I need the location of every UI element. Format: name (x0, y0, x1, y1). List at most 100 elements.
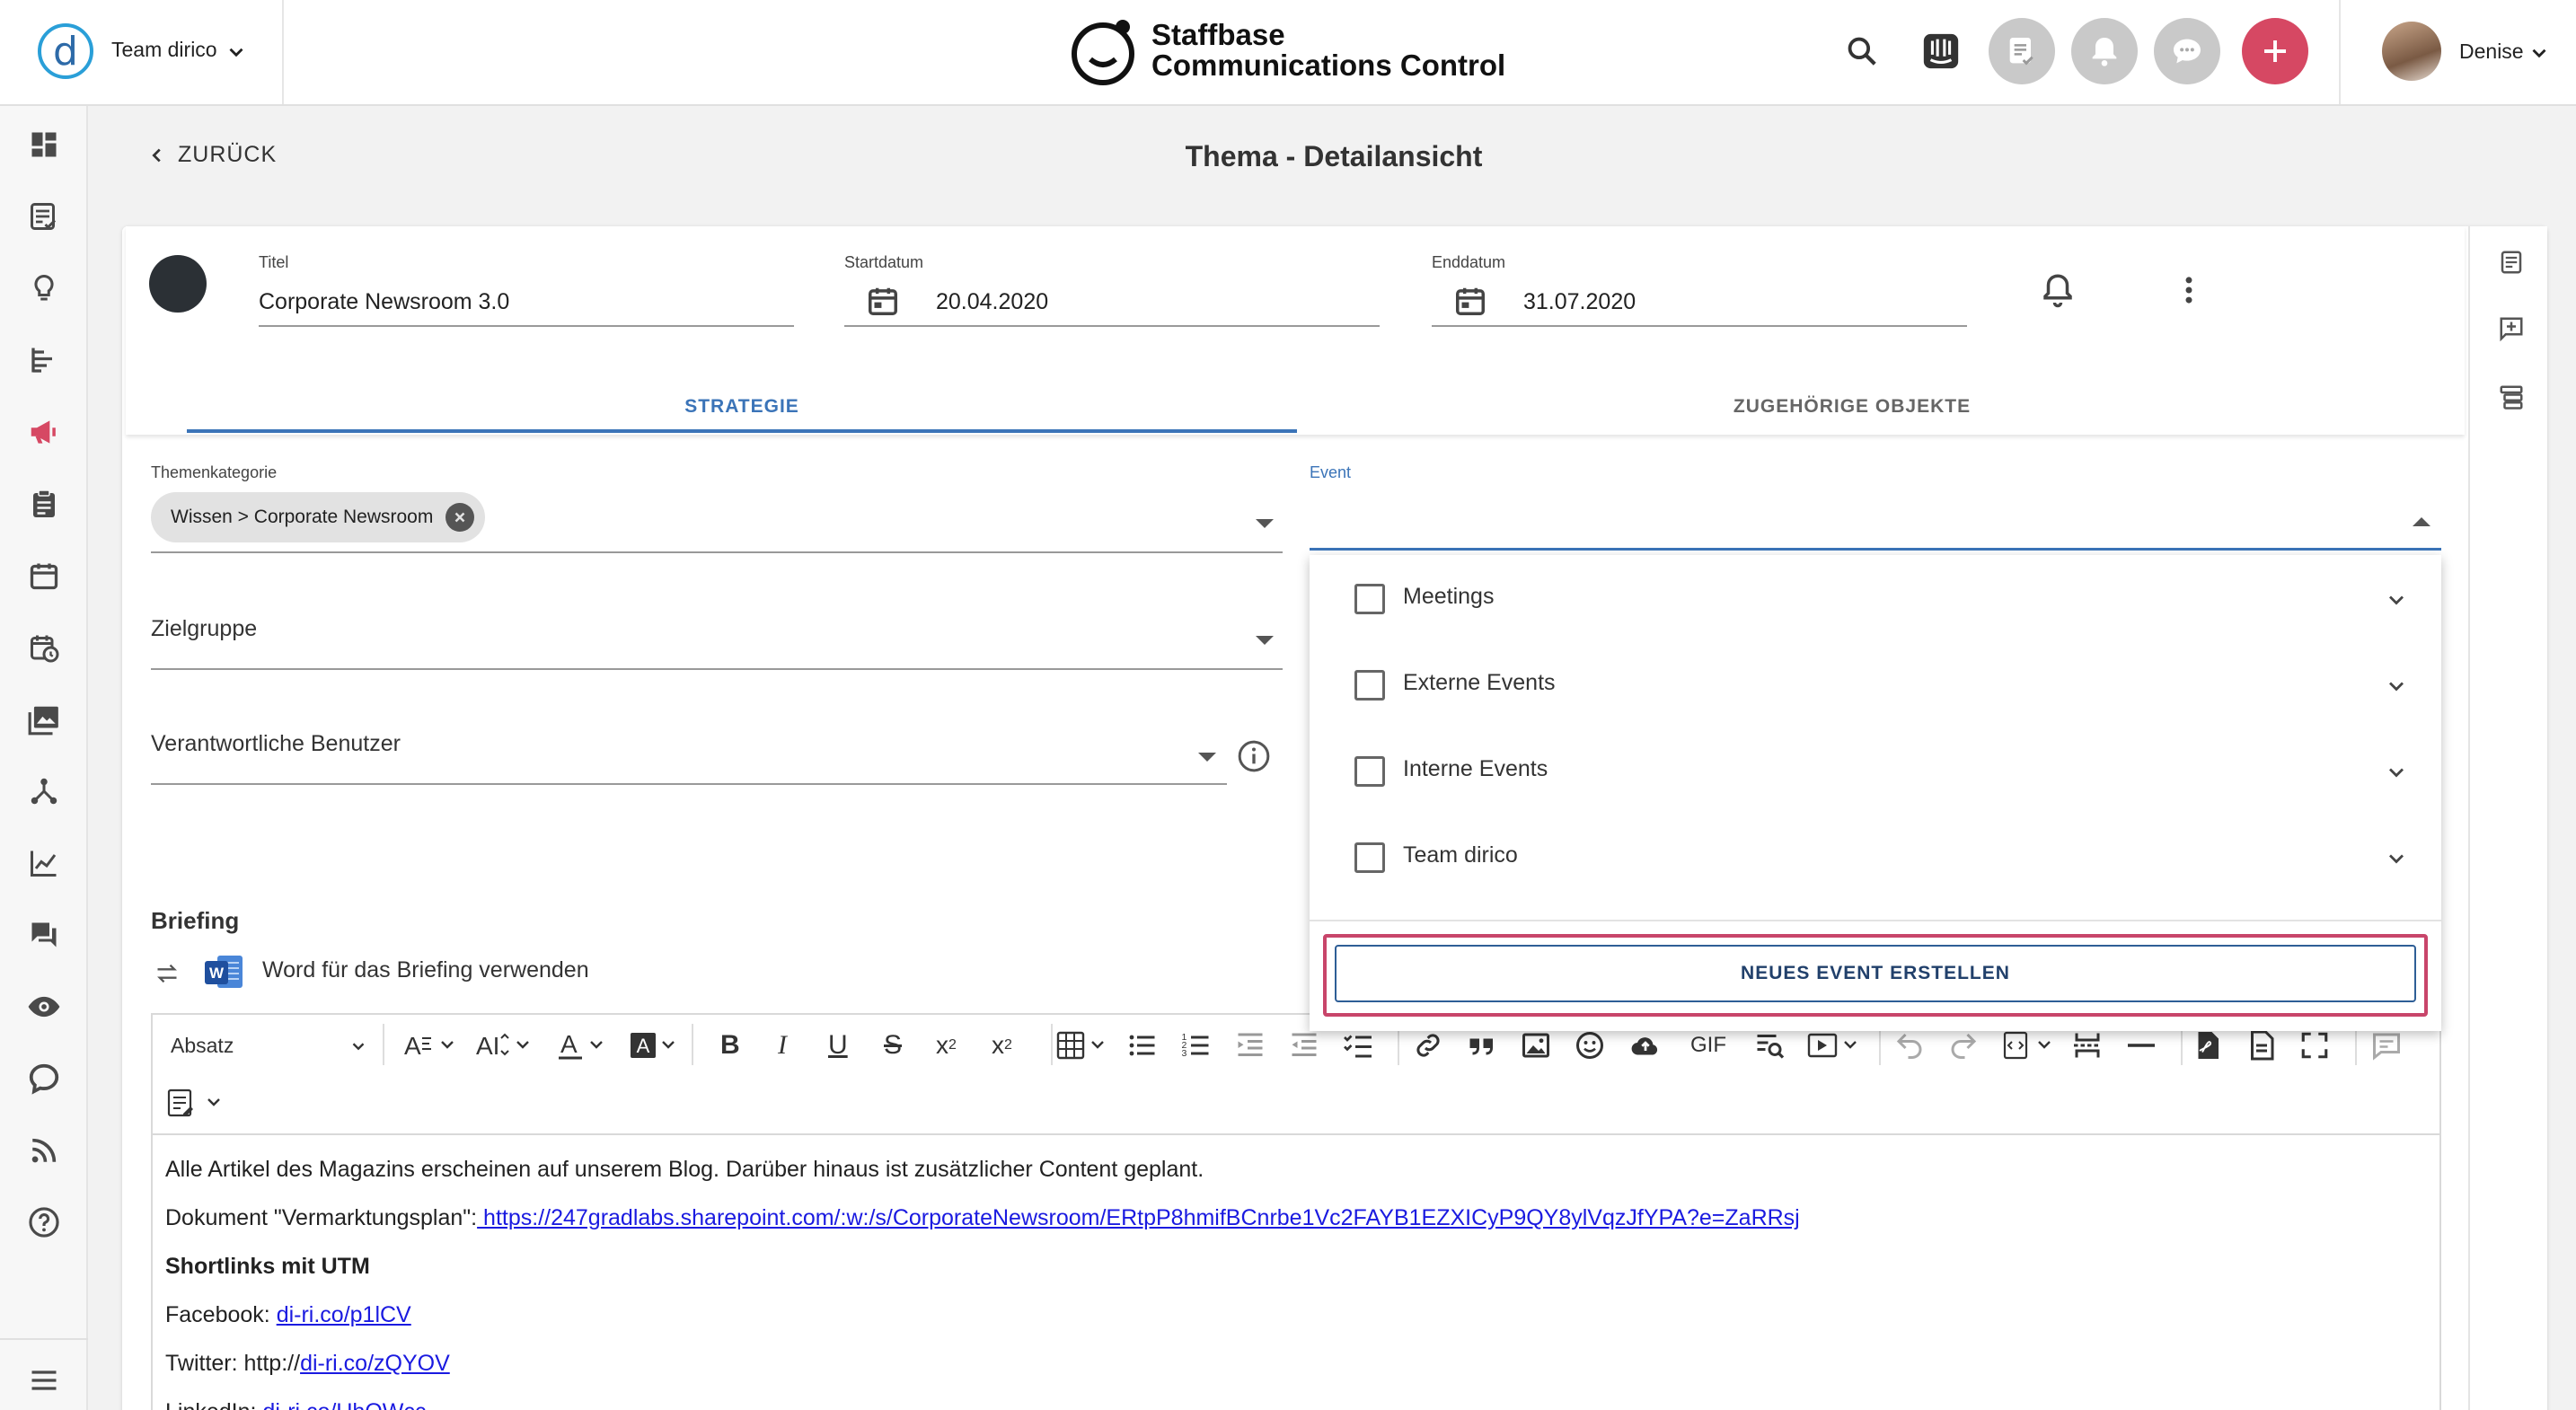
track-changes-button[interactable] (165, 1087, 230, 1119)
network-icon[interactable] (23, 771, 65, 812)
strikethrough-icon[interactable]: S (884, 1027, 902, 1063)
info-icon[interactable] (1236, 738, 1272, 774)
paragraph-format-select[interactable]: Absatz (171, 1027, 368, 1063)
category-dropdown-arrow[interactable] (1256, 519, 1274, 528)
chat-icon[interactable] (23, 914, 65, 956)
upload-icon[interactable] (1628, 1027, 1663, 1063)
eye-icon[interactable] (23, 986, 65, 1027)
chevron-down-icon[interactable] (2384, 760, 2409, 785)
subscript-icon[interactable]: x2 (936, 1027, 957, 1063)
option-checkbox[interactable] (1354, 842, 1385, 873)
remove-chip-icon[interactable] (446, 503, 475, 532)
font-family-icon[interactable]: A (402, 1027, 460, 1063)
bold-icon[interactable]: B (720, 1027, 740, 1063)
responsible-dropdown-arrow[interactable] (1198, 753, 1216, 762)
code-view-icon[interactable] (2001, 1027, 2060, 1063)
image-icon[interactable] (1520, 1027, 1552, 1063)
create-event-button[interactable]: NEUES EVENT ERSTELLEN (1335, 945, 2416, 1002)
bullet-list-icon[interactable] (1126, 1027, 1159, 1063)
category-chip[interactable]: Wissen > Corporate Newsroom (151, 492, 486, 542)
campaign-icon[interactable] (23, 411, 65, 453)
italic-icon[interactable]: I (778, 1027, 787, 1063)
option-checkbox[interactable] (1354, 756, 1385, 787)
numbered-list-icon[interactable]: 123 (1180, 1027, 1213, 1063)
redo-icon[interactable] (1947, 1027, 1980, 1063)
tasks-icon[interactable] (1989, 18, 2055, 84)
background-color-icon[interactable]: A (629, 1027, 683, 1063)
word-toggle[interactable]: W Word für das Briefing verwenden (151, 952, 780, 991)
twitter-link[interactable]: di-ri.co/zQYOV (300, 1351, 450, 1376)
font-color-icon[interactable]: A (557, 1027, 611, 1063)
briefing-editor[interactable]: Alle Artikel des Magazins erscheinen auf… (151, 1135, 2441, 1410)
search-replace-icon[interactable] (1753, 1027, 1786, 1063)
chevron-down-icon[interactable] (2384, 846, 2409, 871)
calendar-icon[interactable] (23, 555, 65, 596)
page-break-icon[interactable] (2071, 1027, 2104, 1063)
tab-strategy[interactable]: STRATEGIE (187, 381, 1297, 433)
responsible-users-field[interactable]: Verantwortliche Benutzer (151, 731, 401, 757)
cloud-icon[interactable] (23, 1058, 65, 1099)
undo-icon[interactable] (1893, 1027, 1926, 1063)
schedule-icon[interactable] (23, 627, 65, 668)
document-icon[interactable] (2245, 1027, 2278, 1063)
more-vert-icon[interactable] (2172, 273, 2206, 307)
intercom-icon[interactable] (1908, 18, 1974, 84)
audience-dropdown-arrow[interactable] (1256, 636, 1274, 645)
tasks-icon[interactable] (23, 196, 65, 237)
document-link[interactable]: https://247gradlabs.sharepoint.com/:w:/s… (477, 1205, 1800, 1230)
underline-icon[interactable]: U (828, 1027, 848, 1063)
audience-field[interactable]: Zielgruppe (151, 616, 257, 642)
option-checkbox[interactable] (1354, 584, 1385, 614)
end-date-field[interactable]: 31.07.2020 (1523, 289, 1636, 315)
superscript-icon[interactable]: x2 (992, 1027, 1012, 1063)
add-comment-icon[interactable] (2493, 311, 2529, 347)
option-checkbox[interactable] (1354, 670, 1385, 701)
event-dropdown-arrow[interactable] (2413, 517, 2430, 526)
calendar-icon[interactable] (866, 284, 900, 318)
comment-icon[interactable] (2369, 1027, 2404, 1063)
dashboard-icon[interactable] (23, 124, 65, 165)
help-icon[interactable] (23, 1202, 65, 1243)
topic-color-dot[interactable] (149, 255, 207, 313)
pdf-export-icon[interactable] (2192, 1027, 2224, 1063)
notes-icon[interactable] (2493, 244, 2529, 280)
bell-icon[interactable] (2071, 18, 2138, 84)
linkedin-link[interactable]: di-ri.co/UhOWcc (262, 1399, 426, 1410)
idea-icon[interactable] (23, 268, 65, 309)
menu-icon[interactable] (23, 1360, 65, 1401)
title-field[interactable]: Corporate Newsroom 3.0 (259, 289, 509, 315)
rss-icon[interactable] (23, 1130, 65, 1171)
team-switcher[interactable]: d Team dirico (0, 0, 284, 104)
quote-icon[interactable] (1466, 1027, 1498, 1063)
notification-bell-icon[interactable] (2039, 271, 2077, 309)
facebook-link[interactable]: di-ri.co/p1lCV (277, 1302, 411, 1327)
clipboard-icon[interactable] (23, 483, 65, 524)
event-option[interactable]: Externe Events (1310, 641, 2441, 727)
event-option[interactable]: Interne Events (1310, 727, 2441, 814)
chevron-down-icon[interactable] (2384, 674, 2409, 699)
event-option[interactable]: Meetings (1310, 555, 2441, 641)
user-menu[interactable]: Denise (2339, 0, 2576, 104)
search-icon[interactable] (1829, 18, 1895, 84)
tab-related-objects[interactable]: ZUGEHÖRIGE OBJEKTE (1297, 381, 2407, 433)
analytics-icon[interactable] (23, 842, 65, 884)
indent-icon[interactable] (1288, 1027, 1320, 1063)
chevron-down-icon[interactable] (2384, 587, 2409, 612)
start-date-field[interactable]: 20.04.2020 (936, 289, 1048, 315)
back-button[interactable]: ZURÜCK (147, 142, 277, 168)
chat-icon[interactable] (2154, 18, 2220, 84)
checklist-icon[interactable] (1342, 1027, 1374, 1063)
fullscreen-icon[interactable] (2299, 1027, 2330, 1063)
calendar-icon[interactable] (1453, 284, 1487, 318)
table-icon[interactable] (1054, 1027, 1114, 1063)
horizontal-line-icon[interactable] (2125, 1027, 2157, 1063)
add-icon[interactable] (2242, 18, 2308, 84)
timeline-icon[interactable] (23, 339, 65, 381)
video-icon[interactable] (1805, 1027, 1863, 1063)
swap-icon[interactable] (154, 961, 180, 986)
link-icon[interactable] (1412, 1027, 1444, 1063)
event-option[interactable]: Team dirico (1310, 814, 2441, 900)
outdent-icon[interactable] (1234, 1027, 1266, 1063)
gif-icon[interactable]: GIF (1690, 1027, 1726, 1063)
media-icon[interactable] (23, 699, 65, 740)
